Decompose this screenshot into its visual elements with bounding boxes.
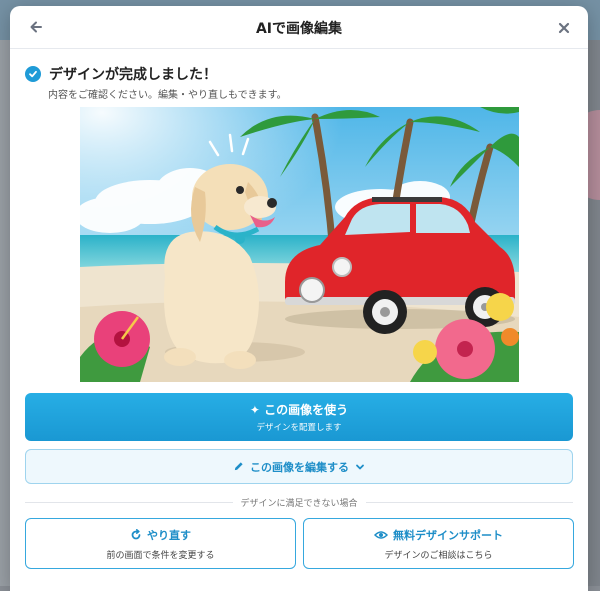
use-image-button[interactable]: ✦ この画像を使う デザインを配置します — [25, 393, 573, 441]
modal-header: AIで画像編集 — [10, 6, 588, 49]
modal-title: AIで画像編集 — [255, 21, 343, 37]
edit-image-label: この画像を編集する — [250, 460, 349, 474]
design-support-sublabel: デザインのご相談はこちら — [384, 550, 493, 561]
pencil-icon — [233, 461, 244, 472]
divider-line — [25, 501, 233, 503]
divider-line — [365, 501, 574, 503]
ai-image-edit-modal: AIで画像編集 デザインが完成しました！ 内容をご確認ください。編集・やり直しも… — [10, 6, 588, 591]
generated-image-preview — [80, 107, 519, 382]
alternatives-divider: デザインに満足できない場合 — [25, 495, 574, 509]
retry-label: やり直す — [147, 528, 191, 542]
status-title: デザインが完成しました！ — [49, 67, 217, 83]
design-support-button[interactable]: 無料デザインサポート デザインのご相談はこちら — [303, 518, 574, 569]
redo-icon — [130, 528, 142, 541]
use-image-sublabel: デザインを配置します — [256, 423, 342, 433]
status-subtitle: 内容をご確認ください。編集・やり直しもできます。 — [48, 90, 287, 101]
generated-image — [80, 107, 519, 382]
design-support-label: 無料デザインサポート — [393, 528, 503, 542]
retry-button[interactable]: やり直す 前の画面で条件を変更する — [25, 518, 296, 569]
divider-text: デザインに満足できない場合 — [240, 498, 358, 509]
close-button[interactable] — [552, 16, 576, 40]
check-circle-icon — [25, 66, 41, 82]
close-icon — [558, 19, 570, 38]
use-image-label: ✦ この画像を使う — [249, 403, 349, 417]
completion-status: デザインが完成しました！ — [25, 64, 217, 84]
chevron-down-icon — [355, 462, 365, 472]
support-eye-icon — [374, 530, 388, 540]
retry-sublabel: 前の画面で条件を変更する — [106, 550, 215, 561]
edit-image-button[interactable]: この画像を編集する — [25, 449, 573, 484]
